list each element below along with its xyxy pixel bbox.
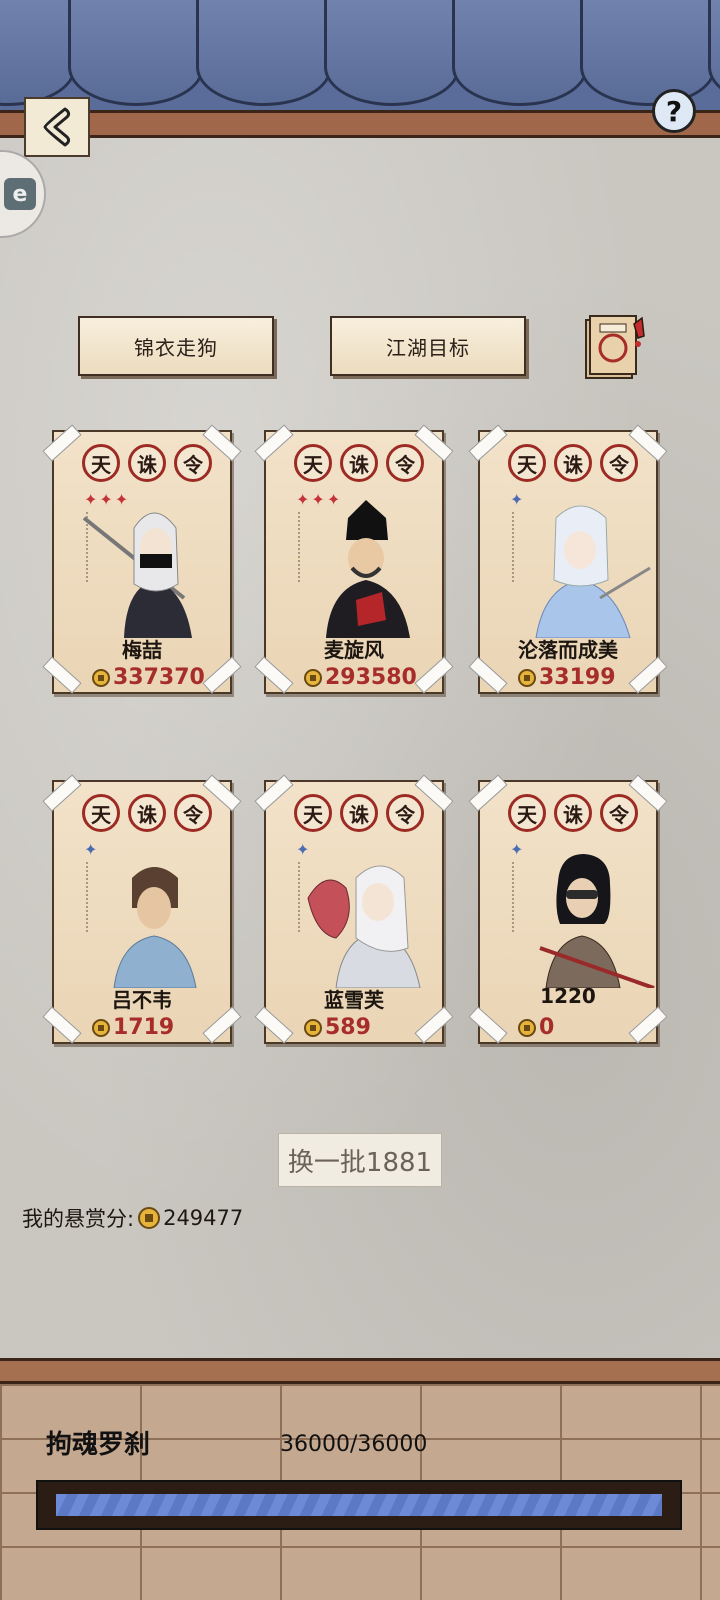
tab-jianghu-targets[interactable]: 江湖目标 (330, 316, 526, 376)
chevron-left-icon (43, 107, 71, 147)
seal-ling: 令 (600, 794, 638, 832)
my-bounty-label: 我的悬赏分: (22, 1207, 135, 1231)
seal-row: 天 诛 令 (508, 794, 638, 832)
help-button[interactable]: ? (652, 89, 696, 133)
seal-row: 天 诛 令 (294, 444, 424, 482)
bounty-card[interactable]: 天 诛 令 ✦✦✦ 梅喆 337370 (42, 424, 242, 694)
boss-hp-bar (36, 1480, 682, 1530)
seal-ling: 令 (386, 444, 424, 482)
character-portrait (535, 505, 651, 638)
bounty-score: 1719 (92, 1015, 174, 1040)
my-bounty-score: 我的悬赏分: 249477 (22, 1203, 243, 1233)
character-name: 1220 (540, 984, 596, 1008)
seal-ling: 令 (386, 794, 424, 832)
seal-row: 天 诛 令 (508, 444, 638, 482)
bounty-score: 293580 (304, 665, 417, 690)
help-icon: ? (665, 94, 683, 128)
bounty-score-value: 33199 (539, 665, 616, 690)
character-portrait (82, 512, 192, 638)
seal-ling: 令 (174, 794, 212, 832)
seal-zhu: 诛 (340, 794, 378, 832)
bounty-card[interactable]: 天 诛 令 ✦ 1220 0 (468, 774, 668, 1044)
bounty-score-value: 1719 (113, 1015, 175, 1040)
seal-row: 天 诛 令 (294, 794, 424, 832)
seal-zhu: 诛 (554, 444, 592, 482)
character-portrait (307, 865, 421, 988)
boss-hp-fill (56, 1494, 662, 1516)
boss-hp-track (56, 1494, 662, 1516)
seal-tian: 天 (508, 794, 546, 832)
seal-tian: 天 (82, 444, 120, 482)
bounty-score-value: 0 (539, 1015, 555, 1040)
bounty-score-value: 589 (325, 1015, 371, 1040)
bounty-score: 0 (518, 1015, 554, 1040)
tab-jinyi-zougou[interactable]: 锦衣走狗 (78, 316, 274, 376)
bounty-card[interactable]: 天 诛 令 ✦✦✦ 麦旋风 293580 (254, 424, 454, 694)
boss-hp-text: 36000/36000 (280, 1432, 428, 1457)
coin-icon (92, 668, 110, 687)
roof-tile (452, 0, 588, 106)
bounty-score: 33199 (518, 665, 616, 690)
seal-ling: 令 (174, 444, 212, 482)
boss-name: 拘魂罗刹 (46, 1430, 151, 1460)
coin-icon (92, 1018, 110, 1037)
character-name: 沦落而成美 (518, 638, 618, 662)
seal-zhu: 诛 (340, 444, 378, 482)
seal-tian: 天 (82, 794, 120, 832)
roof-tile (0, 0, 76, 106)
roof-tile (580, 0, 716, 106)
seal-tian: 天 (294, 794, 332, 832)
seal-ling: 令 (600, 444, 638, 482)
character-portrait (539, 854, 655, 988)
character-name: 蓝雪芙 (324, 988, 384, 1012)
bounty-score-value: 293580 (325, 665, 417, 690)
bounty-card[interactable]: 天 诛 令 ✦ 沦落而成美 33199 (468, 424, 668, 694)
roof (0, 0, 720, 118)
character-portrait (326, 500, 410, 638)
seal-tian: 天 (508, 444, 546, 482)
roof-tile (196, 0, 332, 106)
seal-row: 天 诛 令 (82, 444, 212, 482)
character-portrait (113, 867, 197, 988)
bounty-score-value: 337370 (113, 665, 205, 690)
seal-zhu: 诛 (128, 794, 166, 832)
character-name: 麦旋风 (324, 638, 384, 662)
coin-icon (518, 668, 536, 687)
refresh-batch-button[interactable]: 换一批1881 (278, 1133, 442, 1187)
roof-tile (324, 0, 460, 106)
coin-icon (518, 1018, 536, 1037)
seal-zhu: 诛 (128, 444, 166, 482)
roof-tile (68, 0, 204, 106)
book-icon (585, 315, 645, 379)
seal-zhu: 诛 (554, 794, 592, 832)
rule-book-button[interactable] (584, 314, 645, 380)
coin-icon (138, 1207, 161, 1229)
seal-tian: 天 (294, 444, 332, 482)
bounty-card[interactable]: 天 诛 令 ✦ 蓝雪芙 589 (254, 774, 454, 1044)
bounty-score: 337370 (92, 665, 205, 690)
character-name: 吕不韦 (112, 988, 172, 1012)
side-tab-icon: e (4, 178, 36, 210)
coin-icon (304, 668, 322, 687)
coin-icon (304, 1018, 322, 1037)
roof-beam (0, 110, 720, 138)
bounty-card[interactable]: 天 诛 令 ✦ 吕不韦 1719 (42, 774, 242, 1044)
my-bounty-value: 249477 (163, 1206, 244, 1230)
seal-row: 天 诛 令 (82, 794, 212, 832)
roof-tile (708, 0, 720, 106)
bounty-score: 589 (304, 1015, 371, 1040)
character-name: 梅喆 (122, 638, 162, 662)
back-button[interactable] (24, 97, 90, 157)
brick-ledge (0, 1358, 720, 1384)
